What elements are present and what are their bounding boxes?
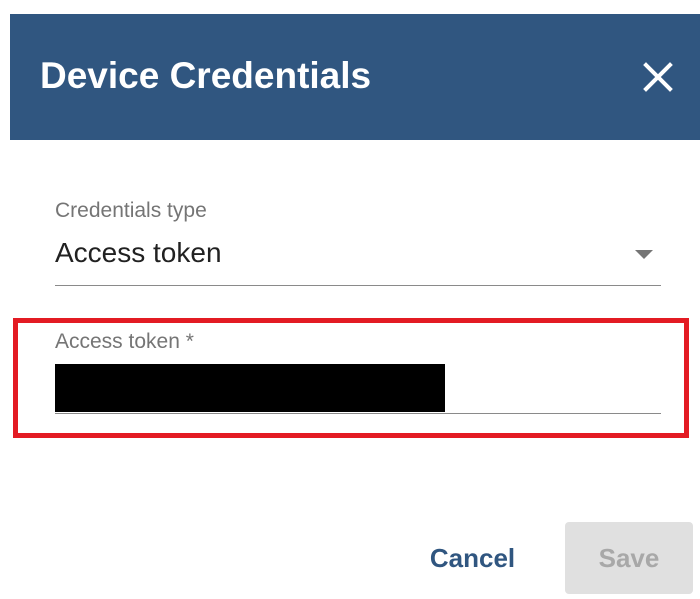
dialog-header: Device Credentials bbox=[10, 14, 700, 140]
cancel-button[interactable]: Cancel bbox=[410, 523, 535, 593]
access-token-label: Access token * bbox=[55, 330, 194, 353]
close-button[interactable] bbox=[638, 57, 678, 97]
save-button[interactable]: Save bbox=[565, 522, 693, 594]
access-token-field[interactable]: Access token * bbox=[55, 328, 661, 420]
credentials-type-label: Credentials type bbox=[55, 199, 207, 222]
credentials-type-value: Access token bbox=[55, 237, 222, 268]
access-token-underline bbox=[55, 413, 661, 414]
dialog-title: Device Credentials bbox=[40, 55, 372, 96]
close-icon bbox=[643, 62, 673, 92]
credentials-type-select[interactable]: Credentials type Access token bbox=[55, 196, 661, 288]
credentials-type-underline bbox=[55, 285, 661, 286]
dropdown-arrow-icon[interactable] bbox=[635, 250, 653, 259]
access-token-redaction bbox=[55, 364, 445, 412]
device-credentials-dialog: Device Credentials Credentials type Acce… bbox=[0, 0, 700, 599]
